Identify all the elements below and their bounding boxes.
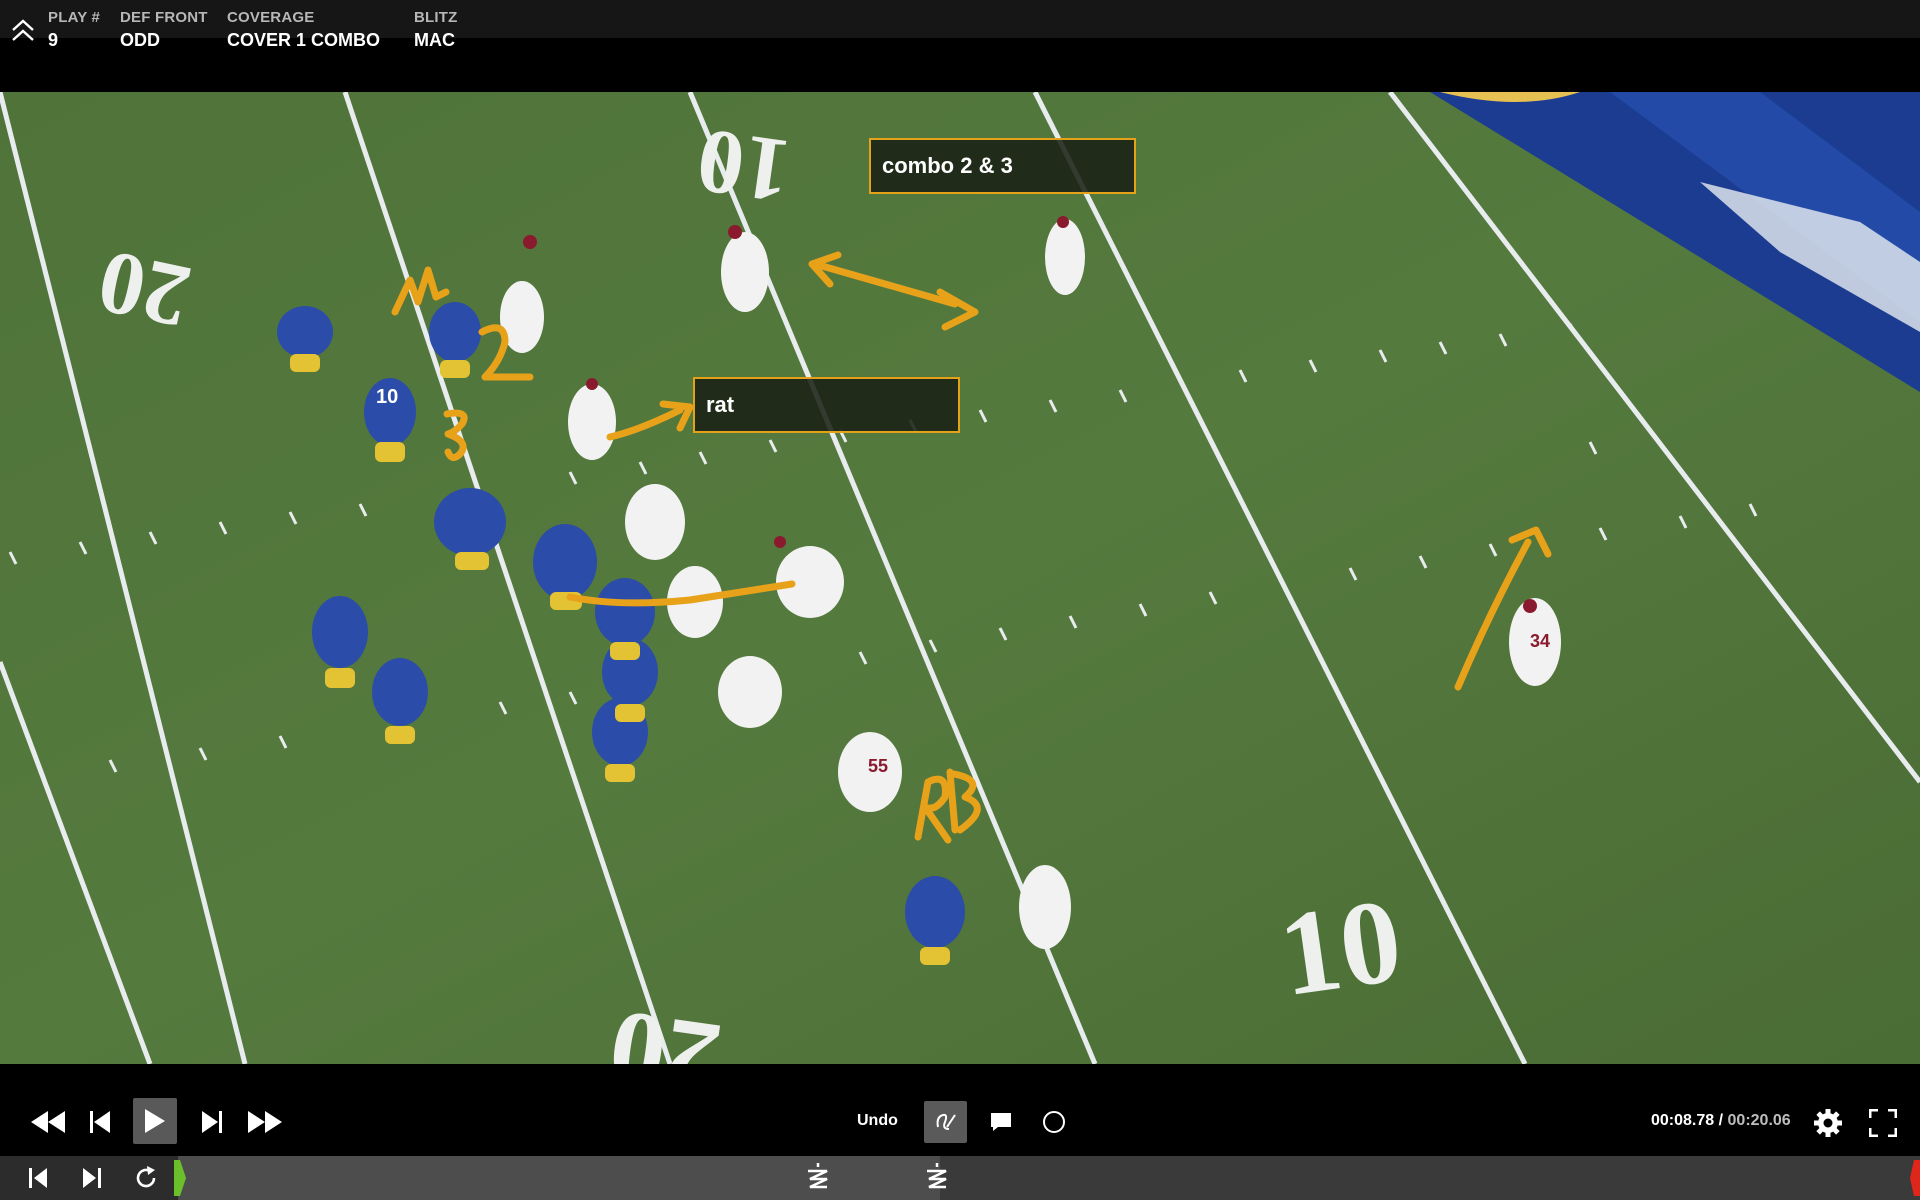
clip-start-handle[interactable]	[174, 1160, 186, 1196]
blitz-label: BLITZ	[414, 9, 458, 26]
field-number-10-top: 10	[691, 109, 796, 223]
undo-button[interactable]: Undo	[857, 1112, 898, 1130]
play-button[interactable]	[133, 1098, 177, 1144]
combo-note-box[interactable]: combo 2 & 3	[869, 138, 1136, 194]
play-number-field: PLAY # 9	[48, 9, 100, 51]
circle-tool-icon[interactable]	[1037, 1105, 1071, 1139]
comment-icon[interactable]	[984, 1105, 1018, 1139]
coverage-label: COVERAGE	[227, 9, 315, 26]
duration: 00:20.06	[1727, 1112, 1791, 1129]
current-time: 00:08.78	[1651, 1112, 1715, 1129]
rewind-icon[interactable]	[28, 1106, 68, 1138]
marker-icon[interactable]	[922, 1163, 952, 1193]
clip-end-handle[interactable]	[1910, 1160, 1920, 1196]
repeat-icon[interactable]	[130, 1162, 162, 1194]
play-number-value: 9	[48, 30, 59, 50]
fullscreen-icon[interactable]	[1866, 1106, 1900, 1140]
time-display: 00:08.78 / 00:20.06	[1651, 1112, 1791, 1130]
play-icon	[145, 1109, 165, 1133]
jersey-number-55: 55	[868, 756, 888, 776]
pen-tool-button[interactable]	[924, 1101, 967, 1143]
pen-tool-icon	[936, 1113, 956, 1130]
jersey-number-34: 34	[1530, 631, 1550, 651]
fast-forward-icon[interactable]	[245, 1106, 285, 1138]
def-front-label: DEF FRONT	[120, 9, 208, 26]
coverage-value: COVER 1 COMBO	[227, 30, 381, 50]
def-front-field: DEF FRONT ODD	[120, 9, 208, 51]
timeline-track[interactable]	[178, 1156, 1920, 1200]
step-back-icon[interactable]	[85, 1106, 117, 1138]
blitz-value: MAC	[414, 30, 455, 50]
field-canvas: 10 20 10 20 10 34 55	[0, 92, 1920, 1064]
coverage-field: COVERAGE COVER 1 COMBO	[227, 9, 380, 51]
blitz-field: BLITZ MAC	[414, 9, 458, 51]
step-forward-icon[interactable]	[195, 1106, 227, 1138]
play-number-label: PLAY #	[48, 9, 101, 26]
skip-start-icon[interactable]	[24, 1163, 52, 1193]
skip-end-icon[interactable]	[78, 1163, 106, 1193]
marker-icon[interactable]	[803, 1163, 833, 1193]
collapse-chevron-icon[interactable]	[10, 18, 36, 44]
time-separator: /	[1714, 1112, 1728, 1129]
def-front-value: ODD	[120, 30, 160, 50]
field-number-10-bottom: 10	[1272, 873, 1409, 1021]
settings-icon[interactable]	[1811, 1106, 1845, 1140]
jersey-number-10: 10	[376, 386, 398, 408]
video-frame[interactable]: 10 20 10 20 10 34 55 combo 2 & 3 rat	[0, 92, 1920, 1064]
rat-note-box[interactable]: rat	[693, 377, 960, 433]
